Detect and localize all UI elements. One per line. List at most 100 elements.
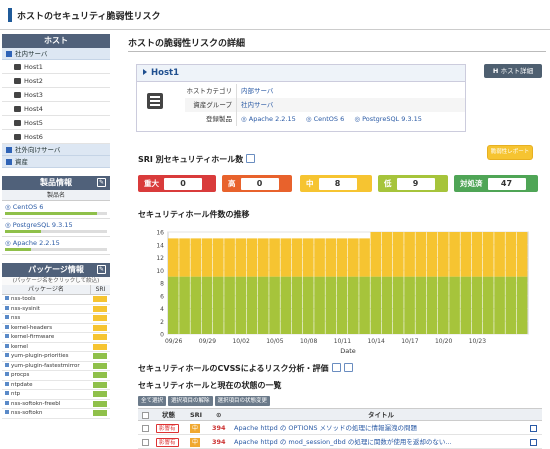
package-row[interactable]: nss-softokn-freebl (2, 400, 110, 409)
product-link[interactable]: ◎ Apache 2.2.15 (241, 115, 296, 123)
count-medium[interactable]: 中8 (300, 175, 372, 192)
product-row[interactable]: ◎ Apache 2.2.15 (2, 237, 110, 255)
package-icon (5, 296, 9, 300)
bar-segment (348, 276, 359, 334)
package-row[interactable]: yum-plugin-priorities (2, 352, 110, 362)
change-status-button[interactable]: 選択項目の状態変更 (214, 396, 271, 406)
sri-section-title: SRI 別セキュリティホール数 (138, 154, 256, 165)
package-row[interactable]: kernel (2, 343, 110, 352)
expand-icon[interactable] (343, 363, 353, 372)
sidebar-item-host5[interactable]: Host5 (2, 116, 110, 130)
bar-segment (201, 276, 213, 334)
x-tick-label: 10/08 (300, 338, 317, 345)
x-tick-label: 10/14 (367, 338, 384, 345)
table-row[interactable]: 影響有 中 394 Apache httpd の OPTIONS メソッドの処理… (138, 422, 542, 435)
bar-segment (370, 232, 382, 277)
sidebar-item-host3[interactable]: Host3 (2, 88, 110, 102)
bar-segment (415, 232, 427, 277)
host-card: Host1 ホストカテゴリ 内部サーバ 資産グループ 社内サーバ 登録製品 ◎ Ap… (136, 64, 466, 132)
count-critical[interactable]: 重大 0 (138, 175, 216, 192)
row-checkbox[interactable] (142, 439, 149, 446)
select-all-checkbox[interactable] (142, 412, 149, 419)
bar-segment (179, 276, 190, 334)
bar-segment (224, 238, 235, 277)
vulnerability-report-button[interactable]: 脆弱性レポート (488, 146, 532, 159)
server-icon (14, 92, 21, 98)
trend-section-title: セキュリティホール件数の推移 (138, 210, 250, 219)
host-detail-button[interactable]: H ホスト詳細 (484, 64, 542, 78)
package-row[interactable]: kernel-firmware (2, 333, 110, 343)
package-row[interactable]: nss-sysinit (2, 305, 110, 314)
y-tick-label: 2 (160, 319, 164, 326)
info-icon[interactable] (331, 363, 341, 372)
open-link-icon[interactable] (530, 425, 537, 432)
deselect-button[interactable]: 選択項目の解除 (168, 396, 213, 406)
product-row[interactable]: ◎ PostgreSQL 9.3.15 (2, 219, 110, 237)
sri-indicator (93, 315, 107, 322)
package-row[interactable]: procps (2, 371, 110, 381)
sidebar-item-host1[interactable]: Host1 (2, 60, 110, 74)
product-bar (5, 230, 107, 233)
bar-segment (381, 276, 393, 334)
select-all-button[interactable]: 全て選択 (138, 396, 167, 406)
bar-segment (168, 276, 179, 334)
app-title: ホストのセキュリティ脆弱性リスク (17, 12, 161, 22)
package-row[interactable]: nss-tools (2, 295, 110, 305)
count-high[interactable]: 高0 (222, 175, 292, 192)
package-icon (5, 334, 9, 338)
package-icon (5, 343, 9, 348)
edit-icon[interactable]: ✎ (97, 265, 106, 274)
count-low[interactable]: 低9 (378, 175, 448, 192)
bar-segment (505, 276, 517, 334)
sri-indicator (93, 400, 107, 407)
bar-segment (393, 232, 404, 277)
bar-segment (494, 232, 505, 277)
package-row[interactable]: ntp (2, 390, 110, 400)
sidebar-group-external[interactable]: 社外向けサーバ (2, 144, 110, 156)
sidebar-item-host2[interactable]: Host2 (2, 74, 110, 88)
bar-segment (246, 276, 258, 334)
table-header: 状態 SRI ⊙ タイトル (138, 408, 542, 421)
bar-segment (336, 276, 348, 334)
count-resolved[interactable]: 対処済 47 (454, 175, 538, 192)
bar-segment (224, 276, 235, 334)
product-row[interactable]: ◎ CentOS 6 (2, 201, 110, 219)
products-heading: 製品情報 ✎ (2, 176, 110, 190)
open-link-icon[interactable] (530, 439, 537, 446)
package-row[interactable]: nss (2, 314, 110, 324)
product-link[interactable]: ◎ CentOS 6 (306, 115, 344, 123)
bar-segment (516, 232, 528, 277)
bar-segment (359, 276, 370, 334)
sidebar-item-host4[interactable]: Host4 (2, 102, 110, 116)
bar-segment (483, 232, 494, 277)
product-link[interactable]: ◎ PostgreSQL 9.3.15 (354, 115, 422, 123)
sri-indicator (93, 343, 107, 350)
y-tick-label: 10 (156, 268, 164, 275)
sidebar-group-assets[interactable]: 資産 (2, 156, 110, 168)
bar-segment (190, 238, 202, 277)
bar-segment (393, 276, 404, 334)
package-row[interactable]: kernel-headers (2, 324, 110, 333)
bar-segment (516, 276, 528, 334)
table-row[interactable]: 影響有 中 394 Apache httpd の mod_session_dbd… (138, 436, 542, 449)
package-row[interactable]: yum-plugin-fastestmirror (2, 362, 110, 371)
package-icon (5, 305, 9, 310)
bar-segment (190, 276, 202, 334)
arrow-icon (143, 69, 147, 75)
y-tick-label: 6 (160, 293, 164, 300)
package-row[interactable]: nss-softokn (2, 409, 110, 419)
info-icon[interactable] (246, 154, 256, 163)
package-icon (5, 324, 9, 329)
sidebar-group-internal[interactable]: 社内サーバ (2, 48, 110, 60)
sidebar: ホスト 社内サーバ Host1 Host2 Host3 Host4 Host5 … (2, 34, 110, 419)
bar-segment (348, 238, 359, 277)
package-icon (5, 362, 9, 367)
package-row[interactable]: ntpdate (2, 381, 110, 390)
bar-segment (381, 232, 393, 277)
products-column-header: 製品名 (2, 190, 110, 201)
sri-indicator (93, 334, 107, 341)
bar-segment (404, 232, 415, 277)
sidebar-item-host6[interactable]: Host6 (2, 130, 110, 144)
edit-icon[interactable]: ✎ (97, 178, 106, 187)
row-checkbox[interactable] (142, 425, 149, 432)
